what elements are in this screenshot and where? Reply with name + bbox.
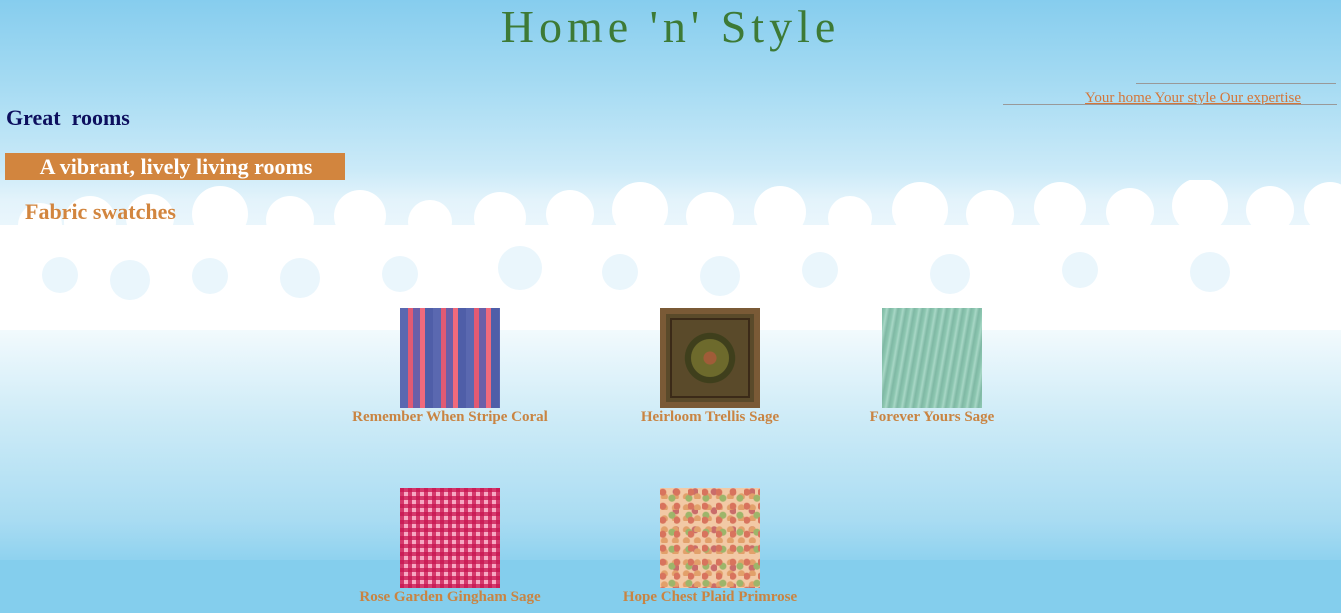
- room-banner: A vibrant, lively living rooms: [5, 153, 345, 180]
- rug-fabric-image[interactable]: [660, 308, 760, 408]
- woodgrain-fabric-image[interactable]: [882, 308, 982, 408]
- fabric-swatches-heading: Fabric swatches: [25, 199, 176, 224]
- swatch-card[interactable]: Remember When Stripe Coral: [320, 308, 580, 426]
- tagline-divider-top: [1136, 83, 1336, 84]
- swatch-card[interactable]: Rose Garden Gingham Sage: [320, 488, 580, 606]
- swatch-caption: Heirloom Trellis Sage: [640, 409, 780, 425]
- swatch-caption: Hope Chest Plaid Primrose: [622, 589, 798, 605]
- site-title: Home 'n' Style: [500, 1, 841, 52]
- swatch-card[interactable]: Forever Yours Sage: [802, 308, 1062, 426]
- stripe-fabric-image[interactable]: [400, 308, 500, 408]
- swatch-caption: Remember When Stripe Coral: [352, 409, 548, 425]
- gingham-fabric-image[interactable]: [400, 488, 500, 588]
- section-heading: Great rooms: [6, 105, 130, 130]
- tagline-divider-bottom: [1003, 104, 1337, 105]
- swatch-caption: Forever Yours Sage: [869, 409, 995, 425]
- swatch-card[interactable]: Heirloom Trellis Sage: [580, 308, 840, 426]
- floral-fabric-image[interactable]: [660, 488, 760, 588]
- swatch-card[interactable]: Hope Chest Plaid Primrose: [580, 488, 840, 606]
- swatch-caption: Rose Garden Gingham Sage: [359, 589, 541, 605]
